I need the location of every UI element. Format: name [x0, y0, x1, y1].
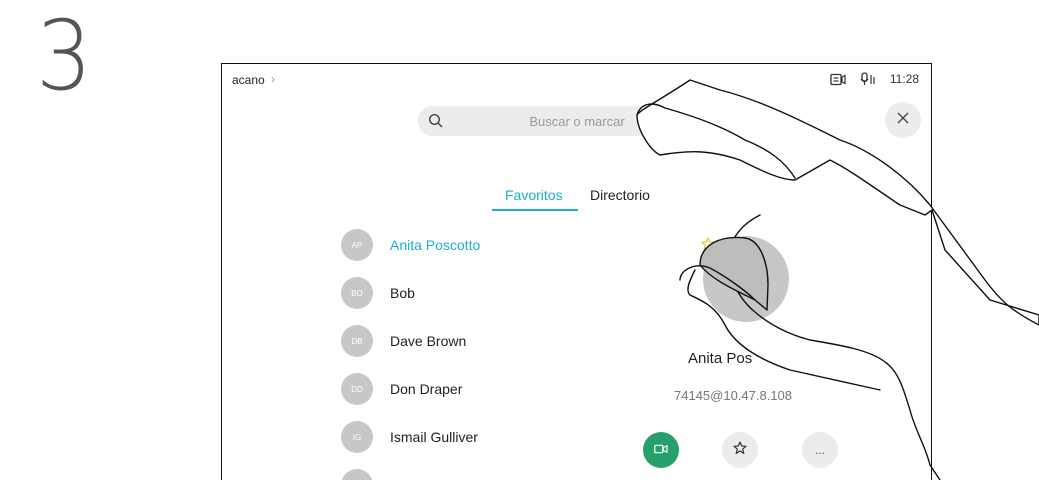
step-number: 3: [36, 0, 93, 112]
microphone-icon[interactable]: [860, 72, 876, 86]
list-item[interactable]: IG Ismail Gulliver: [341, 421, 601, 453]
search-input[interactable]: Buscar o marcar: [418, 106, 736, 136]
contact-name: Anita Poscotto: [390, 237, 481, 253]
contact-name: Ismail Gulliver: [390, 429, 478, 445]
call-button[interactable]: [643, 432, 679, 468]
avatar: IG: [341, 421, 373, 453]
tab-favoritos[interactable]: Favoritos: [505, 187, 563, 203]
close-button[interactable]: [885, 102, 921, 138]
chevron-right-icon[interactable]: ›: [749, 110, 754, 128]
tab-bar: Favoritos Directorio: [492, 184, 672, 212]
contact-detail-avatar: AP: [703, 236, 789, 322]
avatar: DD: [341, 373, 373, 405]
screen-share-icon[interactable]: [830, 73, 846, 86]
contact-detail-name: Anita Pos: [688, 350, 753, 367]
video-call-icon: [654, 441, 668, 459]
contact-name: Bob: [390, 285, 415, 301]
contact-name: Dave Brown: [390, 333, 467, 349]
star-icon: [733, 440, 747, 460]
chevron-right-icon: ›: [271, 72, 275, 86]
tab-directorio[interactable]: Directorio: [590, 187, 650, 203]
list-item[interactable]: BO Bob: [341, 277, 601, 309]
avatar: AP: [341, 229, 373, 261]
avatar: DB: [341, 325, 373, 357]
add-favorite-button[interactable]: [722, 432, 758, 468]
breadcrumb[interactable]: acano: [232, 73, 265, 87]
clock: 11:28: [889, 72, 919, 86]
favorite-star-icon: [701, 237, 715, 256]
search-placeholder: Buscar o marcar: [529, 114, 625, 129]
list-item[interactable]: AP Anita Poscotto: [341, 229, 601, 261]
contact-detail-uri: 74145@10.47.8.108: [674, 388, 793, 403]
contact-name: Don Draper: [390, 381, 463, 397]
avatar: [341, 469, 373, 480]
close-icon: [897, 111, 909, 129]
more-icon: ...: [814, 443, 825, 457]
list-item[interactable]: DB Dave Brown: [341, 325, 601, 357]
list-item[interactable]: [341, 469, 601, 480]
avatar: BO: [341, 277, 373, 309]
more-options-button[interactable]: ...: [802, 432, 838, 468]
top-bar: acano › 11:28: [222, 64, 931, 94]
active-tab-indicator: [492, 209, 578, 211]
touch-panel-screen: acano › 11:28 Buscar o marcar › Favorito…: [221, 63, 932, 480]
list-item[interactable]: DD Don Draper: [341, 373, 601, 405]
status-area: 11:28: [830, 72, 919, 86]
